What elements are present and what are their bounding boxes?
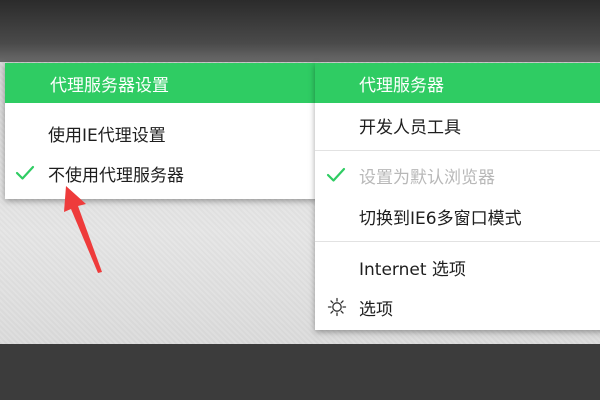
menu-item-use-ie-proxy[interactable]: 使用IE代理设置 [5,115,318,151]
menu-separator [315,241,600,242]
check-icon [15,165,35,180]
menu-item-label: 切换到IE6多窗口模式 [359,208,522,229]
dark-backdrop-top [0,0,600,62]
menu-item-label: 选项 [359,299,393,320]
browser-main-menu: 代理服务器 开发人员工具 设置为默认浏览器 切换到IE6多窗口模式 Intern… [315,63,600,330]
menu-item-internet-options[interactable]: Internet 选项 [315,249,600,285]
menu-item-ie6-multiwindow[interactable]: 切换到IE6多窗口模式 [315,198,600,234]
proxy-settings-header-label: 代理服务器设置 [50,75,169,96]
menu-item-label: 设置为默认浏览器 [359,167,495,188]
proxy-server-label: 代理服务器 [359,75,444,96]
proxy-settings-header[interactable]: 代理服务器设置 [5,63,318,103]
dark-backdrop-bottom [0,344,600,400]
proxy-server-menu-item-highlighted[interactable]: 代理服务器 [315,63,600,103]
menu-item-set-default-browser: 设置为默认浏览器 [315,157,600,193]
red-arrow-icon [64,186,102,273]
menu-item-label: 使用IE代理设置 [48,125,166,146]
menu-item-no-proxy[interactable]: 不使用代理服务器 [5,155,318,191]
menu-item-label: 开发人员工具 [359,117,461,138]
proxy-settings-submenu: 代理服务器设置 使用IE代理设置 不使用代理服务器 [5,63,318,199]
gear-icon [327,297,347,317]
menu-separator [315,150,600,151]
menu-item-options[interactable]: 选项 [315,289,600,325]
check-icon [326,167,346,182]
menu-item-developer-tools[interactable]: 开发人员工具 [315,107,600,143]
menu-item-label: Internet 选项 [359,259,466,280]
